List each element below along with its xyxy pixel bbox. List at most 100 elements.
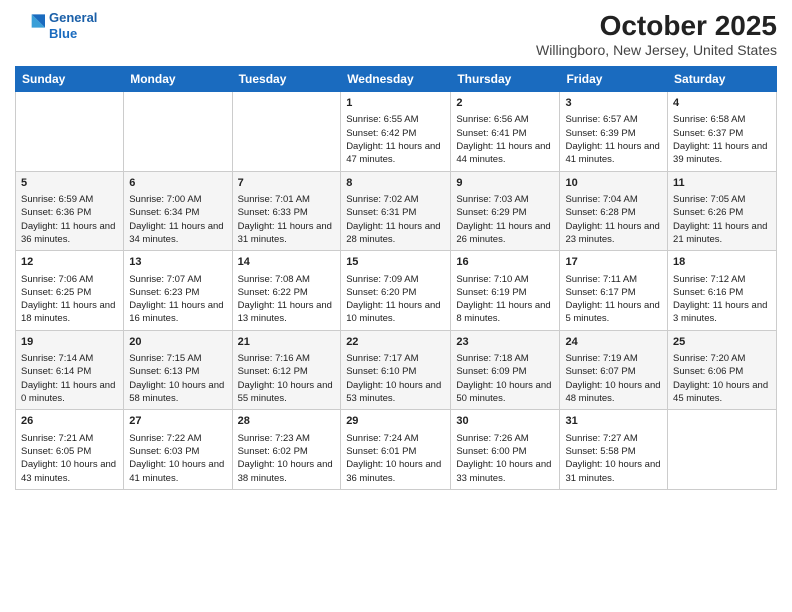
calendar-cell: 11Sunrise: 7:05 AMSunset: 6:26 PMDayligh… [668,171,777,251]
weekday-header-monday: Monday [124,67,232,92]
sunrise-text: Sunrise: 7:03 AM [456,193,554,206]
daylight-text: Daylight: 10 hours and 41 minutes. [129,458,226,485]
calendar-table: SundayMondayTuesdayWednesdayThursdayFrid… [15,66,777,490]
calendar-cell: 5Sunrise: 6:59 AMSunset: 6:36 PMDaylight… [16,171,124,251]
calendar-cell: 17Sunrise: 7:11 AMSunset: 6:17 PMDayligh… [560,251,668,331]
day-number: 15 [346,255,445,270]
sunset-text: Sunset: 6:13 PM [129,365,226,378]
calendar-cell: 3Sunrise: 6:57 AMSunset: 6:39 PMDaylight… [560,92,668,172]
sunrise-text: Sunrise: 7:12 AM [673,273,771,286]
daylight-text: Daylight: 10 hours and 36 minutes. [346,458,445,485]
calendar-cell: 29Sunrise: 7:24 AMSunset: 6:01 PMDayligh… [341,410,451,490]
day-number: 18 [673,255,771,270]
sunrise-text: Sunrise: 7:18 AM [456,352,554,365]
sunset-text: Sunset: 6:22 PM [238,286,336,299]
sunrise-text: Sunrise: 7:06 AM [21,273,118,286]
daylight-text: Daylight: 11 hours and 10 minutes. [346,299,445,326]
daylight-text: Daylight: 10 hours and 31 minutes. [565,458,662,485]
sunset-text: Sunset: 6:05 PM [21,445,118,458]
calendar-week-row: 1Sunrise: 6:55 AMSunset: 6:42 PMDaylight… [16,92,777,172]
daylight-text: Daylight: 11 hours and 31 minutes. [238,220,336,247]
sunrise-text: Sunrise: 7:01 AM [238,193,336,206]
daylight-text: Daylight: 10 hours and 53 minutes. [346,379,445,406]
day-number: 25 [673,335,771,350]
calendar-cell [124,92,232,172]
day-number: 28 [238,414,336,429]
daylight-text: Daylight: 11 hours and 47 minutes. [346,140,445,167]
sunset-text: Sunset: 6:07 PM [565,365,662,378]
daylight-text: Daylight: 11 hours and 8 minutes. [456,299,554,326]
sunrise-text: Sunrise: 7:07 AM [129,273,226,286]
sunrise-text: Sunrise: 7:17 AM [346,352,445,365]
calendar-week-row: 5Sunrise: 6:59 AMSunset: 6:36 PMDaylight… [16,171,777,251]
sunrise-text: Sunrise: 7:14 AM [21,352,118,365]
sunrise-text: Sunrise: 7:24 AM [346,432,445,445]
sunrise-text: Sunrise: 7:15 AM [129,352,226,365]
logo-line1: General [49,10,97,25]
calendar-cell: 18 Sunrise: 7:12 AMSunset: 6:16 PMDayligh… [668,251,777,331]
calendar-week-row: 19Sunrise: 7:14 AMSunset: 6:14 PMDayligh… [16,330,777,410]
sunrise-text: Sunrise: 7:27 AM [565,432,662,445]
sunset-text: Sunset: 6:31 PM [346,206,445,219]
sunset-text: Sunset: 6:37 PM [673,127,771,140]
calendar-cell: 8Sunrise: 7:02 AMSunset: 6:31 PMDaylight… [341,171,451,251]
sunrise-text: Sunrise: 7:20 AM [673,352,771,365]
daylight-text: Daylight: 11 hours and 39 minutes. [673,140,771,167]
day-number: 7 [238,176,336,191]
day-number: 16 [456,255,554,270]
page: General Blue October 2025 Willingboro, N… [0,0,792,612]
weekday-header-sunday: Sunday [16,67,124,92]
day-number: 23 [456,335,554,350]
sunset-text: Sunset: 6:19 PM [456,286,554,299]
daylight-text: Daylight: 10 hours and 45 minutes. [673,379,771,406]
sunrise-text: Sunrise: 6:59 AM [21,193,118,206]
calendar-cell: 15Sunrise: 7:09 AMSunset: 6:20 PMDayligh… [341,251,451,331]
day-number: 10 [565,176,662,191]
calendar-week-row: 26 Sunrise: 7:21 AMSunset: 6:05 PM Dayligh… [16,410,777,490]
day-number: 6 [129,176,226,191]
day-number: 3 [565,96,662,111]
day-number: 20 [129,335,226,350]
daylight-text: Daylight: 11 hours and 0 minutes. [21,379,118,406]
day-number: 26 [21,414,118,429]
day-number: 4 [673,96,771,111]
calendar-cell: 12Sunrise: 7:06 AMSunset: 6:25 PMDayligh… [16,251,124,331]
sunset-text: Sunset: 6:03 PM [129,445,226,458]
daylight-text: Daylight: 10 hours and 50 minutes. [456,379,554,406]
calendar-cell: 14Sunrise: 7:08 AMSunset: 6:22 PMDayligh… [232,251,341,331]
sunrise-text: Sunrise: 6:55 AM [346,113,445,126]
calendar-cell: 7Sunrise: 7:01 AMSunset: 6:33 PMDaylight… [232,171,341,251]
calendar-cell: 2Sunrise: 6:56 AMSunset: 6:41 PMDaylight… [451,92,560,172]
calendar-cell: 31Sunrise: 7:27 AMSunset: 5:58 PMDayligh… [560,410,668,490]
sunset-text: Sunset: 6:34 PM [129,206,226,219]
sunrise-text: Sunrise: 7:11 AM [565,273,662,286]
day-number: 17 [565,255,662,270]
daylight-text: Daylight: 11 hours and 36 minutes. [21,220,118,247]
calendar-cell [16,92,124,172]
weekday-header-friday: Friday [560,67,668,92]
sunset-text: Sunset: 6:25 PM [21,286,118,299]
sunrise-text: Sunrise: 7:16 AM [238,352,336,365]
sunset-text: Sunset: 6:16 PM [673,286,771,299]
sunset-text: Sunset: 6:28 PM [565,206,662,219]
calendar-cell: 21Sunrise: 7:16 AMSunset: 6:12 PMDayligh… [232,330,341,410]
main-title: October 2025 [536,10,777,42]
sunset-text: Sunset: 6:26 PM [673,206,771,219]
sunset-text: Sunset: 6:36 PM [21,206,118,219]
sunrise-text: Sunrise: 7:21 AM [21,432,118,445]
calendar-cell: 27Sunrise: 7:22 AMSunset: 6:03 PMDayligh… [124,410,232,490]
sunset-text: Sunset: 6:14 PM [21,365,118,378]
daylight-text: Daylight: 11 hours and 5 minutes. [565,299,662,326]
daylight-text: Daylight: 11 hours and 26 minutes. [456,220,554,247]
sunrise-text: Sunrise: 6:56 AM [456,113,554,126]
day-number: 11 [673,176,771,191]
sunset-text: Sunset: 6:02 PM [238,445,336,458]
daylight-text: Daylight: 11 hours and 3 minutes. [673,299,771,326]
sunset-text: Sunset: 6:23 PM [129,286,226,299]
sunrise-text: Sunrise: 7:19 AM [565,352,662,365]
day-number: 22 [346,335,445,350]
calendar-cell: 10Sunrise: 7:04 AMSunset: 6:28 PMDayligh… [560,171,668,251]
sunset-text: Sunset: 6:06 PM [673,365,771,378]
sunrise-text: Sunrise: 7:05 AM [673,193,771,206]
calendar-cell: 6Sunrise: 7:00 AMSunset: 6:34 PMDaylight… [124,171,232,251]
